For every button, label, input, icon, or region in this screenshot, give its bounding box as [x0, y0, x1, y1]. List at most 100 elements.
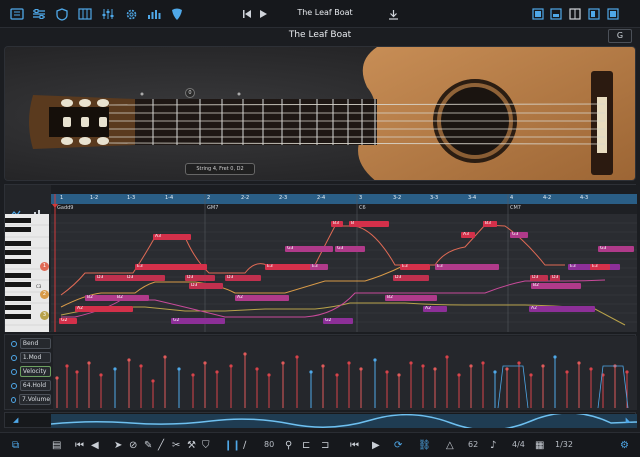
note-block[interactable]: A2	[235, 295, 289, 301]
lane-mod[interactable]: 1.Mod	[11, 352, 51, 363]
grid-icon[interactable]: ▦	[535, 438, 544, 453]
note-block[interactable]: A2	[529, 306, 595, 312]
eye-icon[interactable]	[11, 396, 16, 403]
song-title[interactable]: The Leaf Boat	[270, 4, 380, 22]
velocity-point	[505, 367, 509, 371]
piano-roll-editor[interactable]: 1 1-2 1-3 1-4 2 2-2 2-3 2-4 3 3-2 3-3 3-…	[4, 184, 637, 332]
note-block[interactable]: D3	[550, 275, 560, 281]
automation-panel[interactable]: Bend 1.Mod Velocity 64.Hold 7.Volume	[4, 334, 637, 410]
note-block[interactable]: A3	[461, 232, 475, 238]
metronome-icon[interactable]: △	[446, 438, 454, 453]
note-block[interactable]: A2	[75, 306, 133, 312]
tracks-icon[interactable]	[76, 5, 94, 23]
skip-back-icon[interactable]: ⏮	[75, 438, 84, 453]
note-block[interactable]: G2	[323, 318, 353, 324]
note-block[interactable]: E3	[135, 264, 207, 270]
top-toolbar: The Leaf Boat	[0, 0, 640, 28]
note-block[interactable]: G3	[510, 232, 528, 238]
note-block[interactable]: E3	[310, 264, 328, 270]
note-block[interactable]: E3	[435, 264, 499, 270]
layout-1-icon[interactable]	[529, 5, 547, 23]
eye-icon[interactable]	[11, 354, 17, 361]
velocity-point	[191, 373, 195, 377]
note-block[interactable]: A2	[423, 306, 447, 312]
lane-volume[interactable]: 7.Volume	[11, 394, 51, 405]
rewind-icon[interactable]: ⏮	[350, 438, 359, 453]
overview-left-icon[interactable]: ◢	[13, 416, 18, 424]
note-block[interactable]: B	[349, 221, 389, 227]
download-icon[interactable]	[384, 5, 402, 23]
note-block[interactable]: G3	[285, 246, 333, 252]
library-icon[interactable]	[8, 5, 26, 23]
link-chain-icon[interactable]: ⛓	[418, 438, 431, 453]
link-icon[interactable]: ⧉	[12, 438, 19, 453]
eye-icon[interactable]	[11, 382, 17, 389]
loop-end-icon[interactable]: ⊐	[321, 438, 329, 453]
note-block[interactable]: B3	[483, 221, 497, 227]
note-block[interactable]: E3	[400, 264, 430, 270]
lane-hold[interactable]: 64.Hold	[11, 380, 51, 391]
note-block[interactable]: B2	[531, 283, 581, 289]
erase-icon[interactable]: ⊘	[129, 438, 137, 453]
velocity-point	[625, 370, 629, 374]
play-icon[interactable]: ▶	[372, 438, 380, 453]
key-button[interactable]: G	[608, 29, 632, 43]
sliders-icon[interactable]	[99, 5, 117, 23]
note-block[interactable]: B3	[331, 221, 343, 227]
knife-icon[interactable]: ╱	[158, 438, 164, 453]
scissors-icon[interactable]: ✂	[172, 438, 180, 453]
layout-2-icon[interactable]	[547, 5, 565, 23]
loop-start-icon[interactable]: ⊏	[302, 438, 310, 453]
velocity-point	[421, 364, 425, 368]
shield-icon[interactable]	[53, 5, 71, 23]
note-block[interactable]: D3	[225, 275, 261, 281]
note-block[interactable]: B2	[115, 295, 149, 301]
gear-icon[interactable]	[122, 5, 140, 23]
lane-velocity[interactable]: Velocity	[11, 366, 51, 377]
levels-icon[interactable]	[145, 5, 163, 23]
layout-4-icon[interactable]	[585, 5, 603, 23]
shield-icon[interactable]: ⛉	[202, 438, 210, 453]
pointer-icon[interactable]: ➤	[114, 438, 122, 453]
note-block[interactable]: D3	[125, 275, 165, 281]
note-block[interactable]: E3	[590, 264, 610, 270]
mixer-icon[interactable]	[30, 5, 48, 23]
layout-5-icon[interactable]	[604, 5, 622, 23]
pick-icon[interactable]	[168, 5, 186, 23]
line-tool-icon[interactable]: ∕	[243, 438, 246, 453]
overview-right-icon[interactable]: ◣	[626, 416, 631, 424]
glue-icon[interactable]: ⚒	[187, 438, 196, 453]
note-block[interactable]: G2	[59, 318, 77, 324]
guitar-view[interactable]: 0 String 4, Fret 0, D2	[4, 46, 636, 181]
arrow-left-icon[interactable]: ◀	[91, 438, 99, 453]
note-block[interactable]: D3	[393, 275, 429, 281]
note-block[interactable]: G3	[598, 246, 634, 252]
velocity-point	[203, 361, 207, 365]
note-block[interactable]: A3	[153, 234, 191, 240]
eye-icon[interactable]	[11, 340, 17, 347]
note-block[interactable]: B2	[385, 295, 437, 301]
note-block[interactable]: D3	[189, 283, 223, 289]
note-block[interactable]: D3	[185, 275, 215, 281]
layout-3-icon[interactable]	[566, 5, 584, 23]
note-block[interactable]: D3	[530, 275, 548, 281]
lane-label: Velocity	[19, 366, 51, 377]
grid-value[interactable]: 1/32	[555, 440, 573, 449]
settings-icon[interactable]: ⚙	[620, 438, 629, 453]
eye-icon[interactable]	[11, 368, 17, 375]
meter-a[interactable]: 62	[468, 440, 478, 449]
velocity-graph[interactable]	[53, 336, 637, 410]
velocity-point	[55, 376, 59, 380]
time-signature[interactable]: 4/4	[512, 440, 525, 449]
tempo-value[interactable]: 80	[264, 440, 274, 449]
document-icon[interactable]: ▤	[52, 438, 61, 453]
audio-icon[interactable]: ❙❙	[224, 438, 241, 453]
note-block[interactable]: G3	[335, 246, 365, 252]
overview-strip[interactable]: ◢ ◣	[4, 412, 637, 428]
pencil-icon[interactable]: ✎	[144, 438, 152, 453]
lane-bend[interactable]: Bend	[11, 338, 51, 349]
volume-icon[interactable]: ♪	[490, 438, 496, 453]
pin-icon[interactable]: ⚲	[285, 438, 292, 453]
note-block[interactable]: G2	[171, 318, 225, 324]
loop-icon[interactable]: ⟳	[394, 438, 402, 453]
